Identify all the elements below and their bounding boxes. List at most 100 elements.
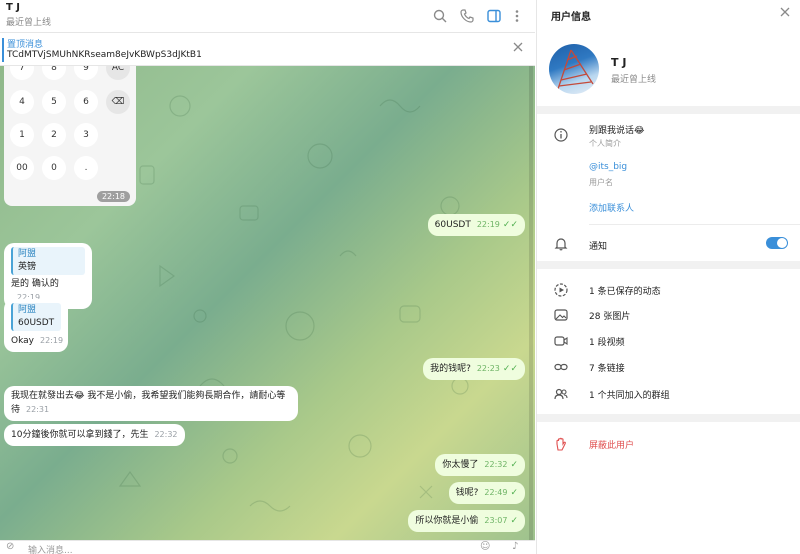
keypad-key: 1 [10, 123, 34, 147]
keypad-key: 8 [42, 66, 66, 80]
profile-bio-label: 个人简介 [589, 139, 621, 148]
emoji-icon[interactable]: ☺ [480, 541, 490, 552]
keypad-key: 00 [10, 156, 34, 180]
reply-text: 60USDT [18, 318, 55, 328]
message-time: 22:49 [484, 488, 508, 497]
keypad-key: . [74, 156, 98, 180]
profile-bio[interactable]: 别跟我说话😂 [589, 123, 645, 136]
user-info-panel: 用户信息 T J 最近曾上线 别跟我说话😂 个人简介 @its_big 用户名 … [536, 0, 800, 554]
read-check-icon: ✓ [510, 460, 518, 470]
keypad-key: 7 [10, 66, 34, 80]
reply-quote[interactable]: 阿盟 英镑 [11, 247, 85, 275]
keypad-image[interactable]: 7 8 9 AC 4 5 6 ⌫ 1 2 3 00 0 . 22:18 [4, 66, 136, 206]
read-check-icon: ✓ [510, 516, 518, 526]
keypad-key: 2 [42, 123, 66, 147]
add-contact-button[interactable]: 添加联系人 [589, 201, 634, 214]
message-list[interactable]: 7 8 9 AC 4 5 6 ⌫ 1 2 3 00 0 . 22:18 60US… [0, 66, 535, 540]
message-text: 60USDT [434, 220, 471, 230]
reply-text: 英镑 [18, 262, 37, 272]
stat-videos[interactable]: 1 段视频 [589, 335, 625, 348]
search-icon[interactable] [431, 7, 449, 25]
stat-stories[interactable]: 1 条已保存的动态 [589, 284, 661, 297]
message-input-placeholder: 输入消息... [28, 546, 73, 554]
message-text: 是的 确认的 [11, 279, 59, 289]
message-text: 我现在就發出去😂 我不是小偷，我希望我们能夠長期合作，請耐心等待 [11, 391, 286, 415]
divider [537, 106, 800, 114]
phone-icon[interactable] [458, 7, 476, 25]
notifications-label: 通知 [589, 242, 608, 252]
block-hand-icon [553, 436, 569, 452]
profile-username-label: 用户名 [589, 178, 613, 187]
message-bubble[interactable]: 10分鐘後你就可以拿到錢了，先生 22:32 [4, 424, 185, 446]
keypad-key: ⌫ [106, 90, 130, 114]
reply-quote[interactable]: 阿盟 60USDT [11, 303, 61, 331]
read-check-icon: ✓ [510, 488, 518, 498]
info-icon [553, 127, 569, 143]
profile-name: T J [611, 56, 627, 69]
stat-groups[interactable]: 1 个共同加入的群组 [589, 388, 670, 401]
message-bubble[interactable]: 我的钱呢? 22:23 ✓✓ [423, 358, 525, 380]
read-check-icon: ✓✓ [502, 364, 518, 374]
panel-title: 用户信息 [551, 12, 591, 23]
message-text: 我的钱呢? [430, 364, 471, 374]
close-icon[interactable] [513, 42, 523, 55]
keypad-key: AC [106, 66, 130, 80]
message-text: Okay [11, 336, 34, 346]
message-time: 22:23 [476, 364, 500, 373]
pinned-label: 置顶消息 [7, 40, 44, 50]
message-bubble[interactable]: 所以你就是小偷 23:07 ✓ [408, 510, 525, 532]
bell-icon [553, 236, 569, 252]
toggle-knob [777, 238, 787, 248]
keypad-key: 5 [42, 90, 66, 114]
divider [589, 224, 800, 225]
profile-status: 最近曾上线 [611, 75, 657, 85]
pinned-bar [2, 38, 4, 62]
message-bubble[interactable]: 阿盟 60USDT Okay 22:19 [4, 299, 68, 352]
chat-status: 最近曾上线 [6, 18, 52, 28]
message-bubble[interactable]: 60USDT 22:19 ✓✓ [427, 214, 525, 236]
profile-username[interactable]: @its_big [589, 162, 627, 172]
stat-photos[interactable]: 28 张图片 [589, 309, 630, 322]
reply-author: 阿盟 [18, 249, 37, 259]
notifications-toggle[interactable] [766, 237, 788, 249]
photo-icon [553, 307, 569, 323]
divider [537, 414, 800, 422]
message-text: 钱呢? [455, 488, 479, 498]
message-input[interactable]: ⊘ 输入消息... ☺ ♪ [0, 540, 535, 554]
story-icon [553, 282, 569, 298]
close-icon[interactable] [780, 7, 790, 20]
stat-links[interactable]: 7 条链接 [589, 361, 625, 374]
scrollbar[interactable] [529, 66, 533, 540]
video-icon [553, 333, 569, 349]
message-time: 22:19 [476, 220, 500, 229]
block-user-button[interactable]: 屏蔽此用户 [589, 438, 634, 451]
message-bubble[interactable]: 你太慢了 22:32 ✓ [435, 454, 525, 476]
keypad-key: 6 [74, 90, 98, 114]
chat-header[interactable]: T J 最近曾上线 [0, 0, 535, 33]
message-time: 22:32 [154, 430, 178, 439]
keypad-key: 9 [74, 66, 98, 80]
keypad-key: 0 [42, 156, 66, 180]
message-bubble[interactable]: 我现在就發出去😂 我不是小偷，我希望我们能夠長期合作，請耐心等待 22:31 [4, 386, 298, 421]
sidebar-toggle-icon[interactable] [485, 7, 503, 25]
reply-author: 阿盟 [18, 305, 37, 315]
pinned-message[interactable]: 置顶消息 TCdMTVjSMUhNKRseam8eJvKBWpS3dJKtB1 [0, 34, 535, 66]
message-time: 23:07 [484, 516, 508, 525]
more-icon[interactable] [508, 7, 526, 25]
microphone-icon[interactable]: ♪ [512, 541, 518, 552]
message-text: 10分鐘後你就可以拿到錢了，先生 [11, 430, 149, 440]
chat-title: T J [6, 2, 21, 13]
read-check-icon: ✓✓ [502, 220, 518, 230]
message-text: 你太慢了 [442, 460, 479, 470]
message-time: 22:31 [26, 405, 50, 414]
link-icon [553, 359, 569, 375]
attach-icon[interactable]: ⊘ [6, 541, 14, 552]
message-text: 所以你就是小偷 [415, 516, 479, 526]
message-bubble[interactable]: 钱呢? 22:49 ✓ [448, 482, 525, 504]
group-icon [553, 386, 569, 402]
avatar[interactable] [549, 44, 599, 94]
chat-pane: T J 最近曾上线 置顶消息 TCdMTVjSMUhNKRseam8eJvKBW… [0, 0, 535, 554]
keypad-key: 3 [74, 123, 98, 147]
divider [537, 261, 800, 269]
message-time: 22:32 [484, 460, 508, 469]
